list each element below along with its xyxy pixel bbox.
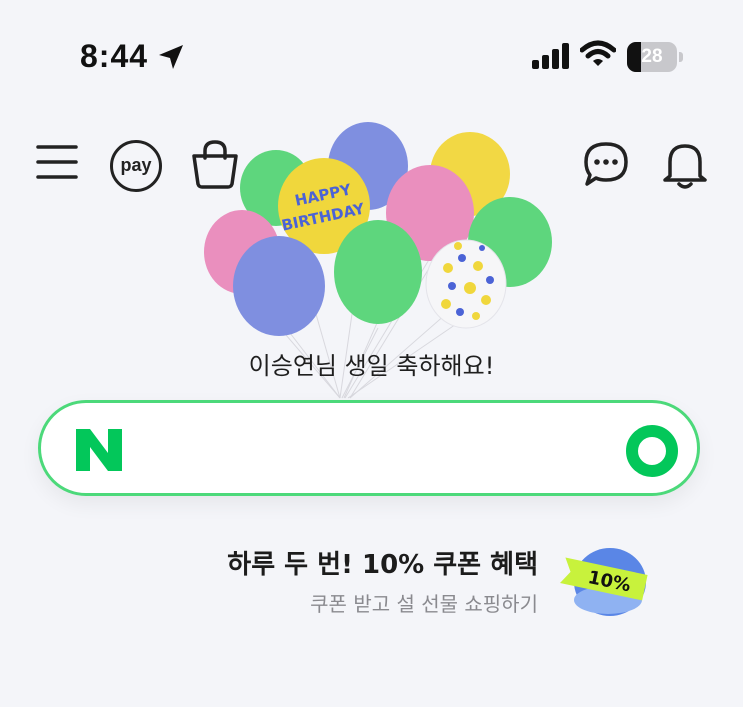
naver-logo-icon	[76, 429, 122, 471]
status-time: 8:44	[80, 38, 149, 74]
birthday-message: 이승연님 생일 축하해요!	[248, 352, 495, 380]
menu-icon[interactable]	[36, 142, 78, 182]
battery-cap	[679, 52, 683, 62]
battery-icon: 28	[627, 42, 683, 72]
coupon-promo-banner[interactable]: 하루 두 번! 10% 쿠폰 혜택 쿠폰 받고 설 선물 쇼핑하기 10%	[0, 534, 743, 624]
promo-subtitle: 쿠폰 받고 설 선물 쇼핑하기	[310, 592, 538, 616]
search-input[interactable]	[151, 421, 615, 479]
promo-title: 하루 두 번! 10% 쿠폰 혜택	[227, 550, 538, 580]
naver-home-screen: 8:44 28 pay HAPPY BIRTHDAY 이승연님 생일 축하해요!…	[0, 0, 743, 707]
coupon-10-percent-icon: 10%	[560, 548, 648, 616]
search-bar[interactable]	[38, 400, 700, 496]
battery-level: 28	[641, 46, 663, 67]
location-arrow-icon	[159, 45, 183, 69]
green-search-icon[interactable]	[626, 425, 678, 477]
pay-label: pay	[120, 155, 152, 175]
bell-icon[interactable]	[660, 138, 710, 192]
signal-icon	[532, 43, 569, 69]
wifi-icon	[580, 40, 616, 66]
pay-button[interactable]: pay	[108, 138, 162, 192]
battery-body: 28	[627, 42, 677, 72]
chat-icon[interactable]	[582, 140, 630, 190]
